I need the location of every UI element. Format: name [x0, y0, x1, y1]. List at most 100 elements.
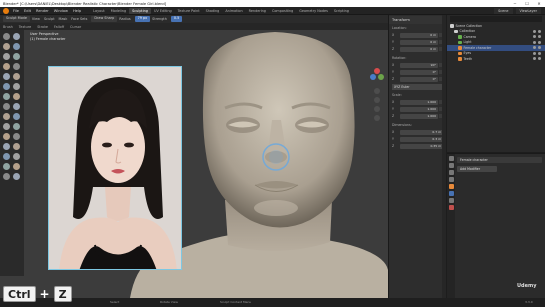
material-tab-icon[interactable] [448, 205, 454, 210]
radius-field[interactable]: 79 px [134, 16, 151, 22]
tab-scripting[interactable]: Scripting [331, 8, 352, 14]
sculpt-tool-icon[interactable] [3, 163, 10, 170]
cursor-menu[interactable]: Cursor [70, 25, 81, 29]
dim-y-field[interactable]: 0.3 m [400, 136, 443, 142]
tool-tab-icon[interactable] [448, 156, 454, 161]
scene-selector[interactable]: Scene [494, 7, 513, 14]
sculpt-tool-icon[interactable] [3, 113, 10, 120]
menu-mask[interactable]: Mask [59, 17, 68, 21]
sculpt-tool-icon[interactable] [3, 103, 10, 110]
sculpt-tool-icon[interactable] [3, 63, 10, 70]
tab-layout[interactable]: Layout [90, 8, 108, 14]
menu-sculpt[interactable]: Sculpt [44, 17, 55, 21]
dim-z-field[interactable]: 0.35 m [400, 143, 443, 149]
loc-z-field[interactable]: 0 m [400, 46, 438, 52]
tab-uv-editing[interactable]: UV Editing [151, 8, 175, 14]
navigation-gizmo[interactable] [367, 63, 387, 133]
sculpt-tool-icon[interactable] [3, 93, 10, 100]
tab-texture-paint[interactable]: Texture Paint [175, 8, 203, 14]
minimize-button[interactable]: ─ [509, 1, 521, 6]
sculpt-tool-icon[interactable] [13, 93, 20, 100]
sculpt-tool-icon[interactable] [13, 173, 20, 180]
sculpt-tool-icon[interactable] [13, 113, 20, 120]
outliner-search-input[interactable] [450, 16, 542, 22]
brush-selector[interactable]: Draw Sharp [91, 16, 118, 22]
sculpt-tool-icon[interactable] [13, 123, 20, 130]
rot-x-field[interactable]: 90° [400, 62, 438, 68]
outliner-row-teeth[interactable]: Teeth [447, 56, 545, 62]
add-modifier-button[interactable]: Add Modifier [457, 166, 497, 172]
scene-tab-icon[interactable] [448, 177, 454, 182]
sculpt-tool-icon[interactable] [13, 143, 20, 150]
sculpt-tool-icon[interactable] [13, 83, 20, 90]
tab-sculpting[interactable]: Sculpting [129, 7, 151, 14]
tab-compositing[interactable]: Compositing [269, 8, 296, 14]
visibility-toggles[interactable] [531, 29, 545, 33]
menu-file[interactable]: File [13, 9, 19, 13]
blender-logo-icon[interactable] [3, 7, 9, 14]
sculpt-tool-icon[interactable] [3, 53, 10, 60]
sculpt-tool-icon[interactable] [13, 103, 20, 110]
falloff-menu[interactable]: Falloff [54, 25, 64, 29]
sculpt-tool-icon[interactable] [3, 143, 10, 150]
visibility-toggles[interactable] [531, 51, 545, 55]
sculpt-tool-icon[interactable] [13, 43, 20, 50]
object-tab-icon[interactable] [448, 184, 454, 189]
sculpt-tool-icon[interactable] [13, 33, 20, 40]
visibility-toggles[interactable] [531, 57, 545, 61]
sculpt-tool-icon[interactable] [3, 123, 10, 130]
visibility-toggles[interactable] [531, 46, 545, 50]
strength-field[interactable]: 0.5 [170, 16, 183, 22]
menu-edit[interactable]: Edit [24, 9, 31, 13]
loc-y-field[interactable]: 0 m [400, 39, 438, 45]
sculpt-tool-icon[interactable] [3, 83, 10, 90]
physics-tab-icon[interactable] [448, 198, 454, 203]
sculpt-tool-icon[interactable] [13, 153, 20, 160]
maximize-button[interactable]: ☐ [521, 1, 533, 6]
loc-x-field[interactable]: 0 m [400, 32, 438, 38]
sculpt-tool-icon[interactable] [13, 133, 20, 140]
tab-modeling[interactable]: Modeling [108, 8, 129, 14]
scl-z-field[interactable]: 1.000 [400, 113, 438, 119]
scl-y-field[interactable]: 1.000 [400, 106, 438, 112]
tab-shading[interactable]: Shading [203, 8, 223, 14]
menu-face-sets[interactable]: Face Sets [71, 17, 87, 21]
sculpt-tool-icon[interactable] [13, 163, 20, 170]
texture-menu[interactable]: Texture [19, 25, 31, 29]
sculpt-tool-icon[interactable] [3, 73, 10, 80]
sculpt-tool-icon[interactable] [3, 133, 10, 140]
transform-header[interactable]: Transform [389, 16, 446, 24]
object-name-field[interactable]: Female character [457, 157, 542, 163]
tab-geometry-nodes[interactable]: Geometry Nodes [296, 8, 331, 14]
sculpt-tool-icon[interactable] [3, 153, 10, 160]
tab-animation[interactable]: Animation [222, 8, 245, 14]
sculpt-tool-icon[interactable] [13, 53, 20, 60]
output-tab-icon[interactable] [448, 170, 454, 175]
tab-rendering[interactable]: Rendering [246, 8, 269, 14]
menu-view[interactable]: View [32, 17, 40, 21]
view-layer-selector[interactable]: ViewLayer [515, 7, 541, 14]
modifier-tab-icon[interactable] [448, 191, 454, 196]
sculpt-tool-icon[interactable] [3, 173, 10, 180]
rot-z-field[interactable]: 0° [400, 76, 438, 82]
visibility-toggles[interactable] [531, 40, 545, 44]
sculpt-tool-icon[interactable] [3, 43, 10, 50]
close-button[interactable]: ✕ [533, 1, 545, 6]
menu-help[interactable]: Help [73, 9, 81, 13]
brush-menu[interactable]: Brush [3, 25, 13, 29]
sculpt-tool-icon[interactable] [13, 63, 20, 70]
scl-x-field[interactable]: 1.000 [400, 99, 438, 105]
menu-window[interactable]: Window [54, 9, 68, 13]
dim-x-field[interactable]: 0.7 m [400, 129, 443, 135]
visibility-toggles[interactable] [531, 35, 545, 39]
sidebar-tabs[interactable] [442, 15, 446, 298]
mode-selector[interactable]: Sculpt Mode [3, 16, 30, 22]
sculpt-tool-icon[interactable] [3, 33, 10, 40]
rotation-mode-select[interactable]: XYZ Euler [392, 84, 443, 90]
sculpt-tool-icon[interactable] [13, 73, 20, 80]
viewport-info: User Perspective (1) Female character [30, 32, 65, 42]
rot-y-field[interactable]: 0° [400, 69, 438, 75]
stroke-menu[interactable]: Stroke [37, 25, 48, 29]
menu-render[interactable]: Render [36, 9, 49, 13]
render-tab-icon[interactable] [448, 163, 454, 168]
